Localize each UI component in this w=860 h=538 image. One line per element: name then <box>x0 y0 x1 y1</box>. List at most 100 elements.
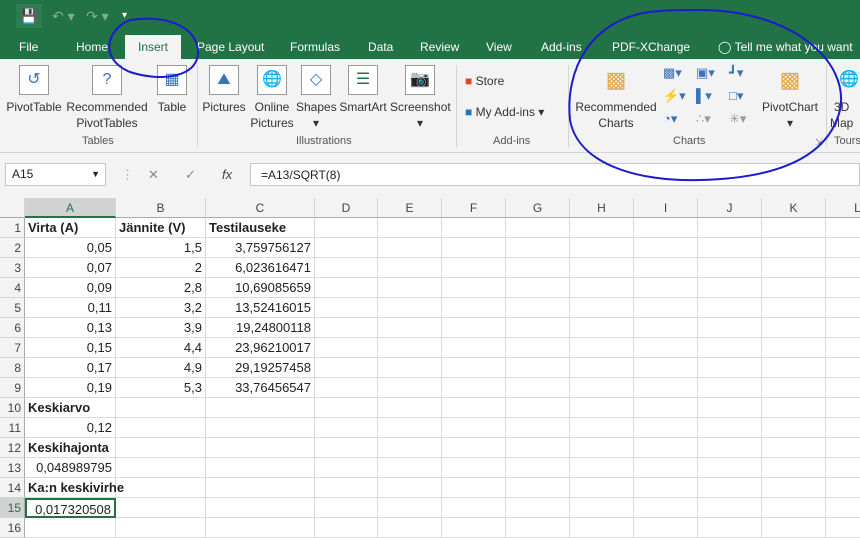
cell-B15[interactable] <box>116 498 206 518</box>
cell-I6[interactable] <box>634 318 698 338</box>
cell-J9[interactable] <box>698 378 762 398</box>
cell-E7[interactable] <box>378 338 442 358</box>
row-header[interactable]: 8 <box>0 358 25 378</box>
cell-E12[interactable] <box>378 438 442 458</box>
scatter-chart-icon[interactable]: ∴▾ <box>696 111 714 127</box>
cell-L2[interactable] <box>826 238 860 258</box>
row-header[interactable]: 14 <box>0 478 25 498</box>
cell-A4[interactable]: 0,09 <box>25 278 116 298</box>
cell-K8[interactable] <box>762 358 826 378</box>
cell-G5[interactable] <box>506 298 570 318</box>
cell-K3[interactable] <box>762 258 826 278</box>
cell-K7[interactable] <box>762 338 826 358</box>
cell-F11[interactable] <box>442 418 506 438</box>
cell-J1[interactable] <box>698 218 762 238</box>
column-header-D[interactable]: D <box>315 198 378 218</box>
insert-function-icon[interactable]: fx <box>222 163 232 186</box>
cell-I3[interactable] <box>634 258 698 278</box>
cell-F8[interactable] <box>442 358 506 378</box>
cell-H6[interactable] <box>570 318 634 338</box>
cell-J15[interactable] <box>698 498 762 518</box>
cell-J14[interactable] <box>698 478 762 498</box>
cell-A16[interactable] <box>25 518 116 538</box>
cell-D9[interactable] <box>315 378 378 398</box>
row-header[interactable]: 5 <box>0 298 25 318</box>
cell-K5[interactable] <box>762 298 826 318</box>
online-pictures-button[interactable]: 🌐 Online Pictures <box>250 59 294 131</box>
cell-K16[interactable] <box>762 518 826 538</box>
cell-B1[interactable]: Jännite (V) <box>116 218 206 238</box>
cell-L9[interactable] <box>826 378 860 398</box>
cell-K6[interactable] <box>762 318 826 338</box>
cell-C11[interactable] <box>206 418 315 438</box>
cell-A14[interactable]: Ka:n keskivirhe <box>25 478 124 498</box>
cell-D15[interactable] <box>315 498 378 518</box>
cell-G3[interactable] <box>506 258 570 278</box>
pie-chart-icon[interactable]: ◔▾ <box>663 111 681 127</box>
cell-C2[interactable]: 3,759756127 <box>206 238 315 258</box>
cell-K15[interactable] <box>762 498 826 518</box>
column-header-H[interactable]: H <box>570 198 634 218</box>
cell-I4[interactable] <box>634 278 698 298</box>
cell-K11[interactable] <box>762 418 826 438</box>
cell-J13[interactable] <box>698 458 762 478</box>
cell-F7[interactable] <box>442 338 506 358</box>
pivottable-button[interactable]: ↺ PivotTable <box>4 59 64 115</box>
cell-L16[interactable] <box>826 518 860 538</box>
cell-D13[interactable] <box>315 458 378 478</box>
row-header[interactable]: 10 <box>0 398 25 418</box>
chevron-down-icon[interactable]: ▼ <box>91 169 100 179</box>
cell-C10[interactable] <box>206 398 315 418</box>
cell-C4[interactable]: 10,69085659 <box>206 278 315 298</box>
cell-B10[interactable] <box>116 398 206 418</box>
cell-A3[interactable]: 0,07 <box>25 258 116 278</box>
cancel-icon[interactable]: ✕ <box>148 163 159 186</box>
cell-J7[interactable] <box>698 338 762 358</box>
cell-K2[interactable] <box>762 238 826 258</box>
cell-H10[interactable] <box>570 398 634 418</box>
cell-G4[interactable] <box>506 278 570 298</box>
store-button[interactable]: ■ Store <box>465 74 504 88</box>
cell-E8[interactable] <box>378 358 442 378</box>
cell-A10[interactable]: Keskiarvo <box>25 398 116 418</box>
cell-I8[interactable] <box>634 358 698 378</box>
row-header[interactable]: 9 <box>0 378 25 398</box>
combo-chart-icon[interactable]: □▾ <box>729 88 747 104</box>
cell-H1[interactable] <box>570 218 634 238</box>
cell-B7[interactable]: 4,4 <box>116 338 206 358</box>
tab-review[interactable]: Review <box>414 35 465 59</box>
row-header[interactable]: 16 <box>0 518 25 538</box>
cell-B12[interactable] <box>116 438 206 458</box>
cell-L14[interactable] <box>826 478 860 498</box>
cell-E16[interactable] <box>378 518 442 538</box>
cell-E10[interactable] <box>378 398 442 418</box>
cell-D3[interactable] <box>315 258 378 278</box>
cell-C8[interactable]: 29,19257458 <box>206 358 315 378</box>
enter-icon[interactable]: ✓ <box>185 163 196 186</box>
formula-input[interactable]: =A13/SQRT(8) <box>250 163 860 186</box>
cell-L15[interactable] <box>826 498 860 518</box>
cell-G15[interactable] <box>506 498 570 518</box>
cell-K14[interactable] <box>762 478 826 498</box>
cell-C1[interactable]: Testilauseke <box>206 218 315 238</box>
tab-add-ins[interactable]: Add-ins <box>535 35 588 59</box>
cell-H15[interactable] <box>570 498 634 518</box>
undo-icon[interactable]: ↶ ▾ <box>52 4 75 28</box>
cell-J4[interactable] <box>698 278 762 298</box>
cell-C14[interactable] <box>206 478 315 498</box>
cell-A15[interactable]: 0,017320508 <box>25 498 116 518</box>
row-header[interactable]: 1 <box>0 218 25 238</box>
cell-L10[interactable] <box>826 398 860 418</box>
cell-J2[interactable] <box>698 238 762 258</box>
cell-C6[interactable]: 19,24800118 <box>206 318 315 338</box>
cell-G13[interactable] <box>506 458 570 478</box>
cell-A1[interactable]: Virta (A) <box>25 218 116 238</box>
cell-D2[interactable] <box>315 238 378 258</box>
row-header[interactable]: 4 <box>0 278 25 298</box>
cell-L12[interactable] <box>826 438 860 458</box>
cell-G9[interactable] <box>506 378 570 398</box>
cell-H5[interactable] <box>570 298 634 318</box>
cell-L6[interactable] <box>826 318 860 338</box>
cell-L5[interactable] <box>826 298 860 318</box>
cell-J16[interactable] <box>698 518 762 538</box>
